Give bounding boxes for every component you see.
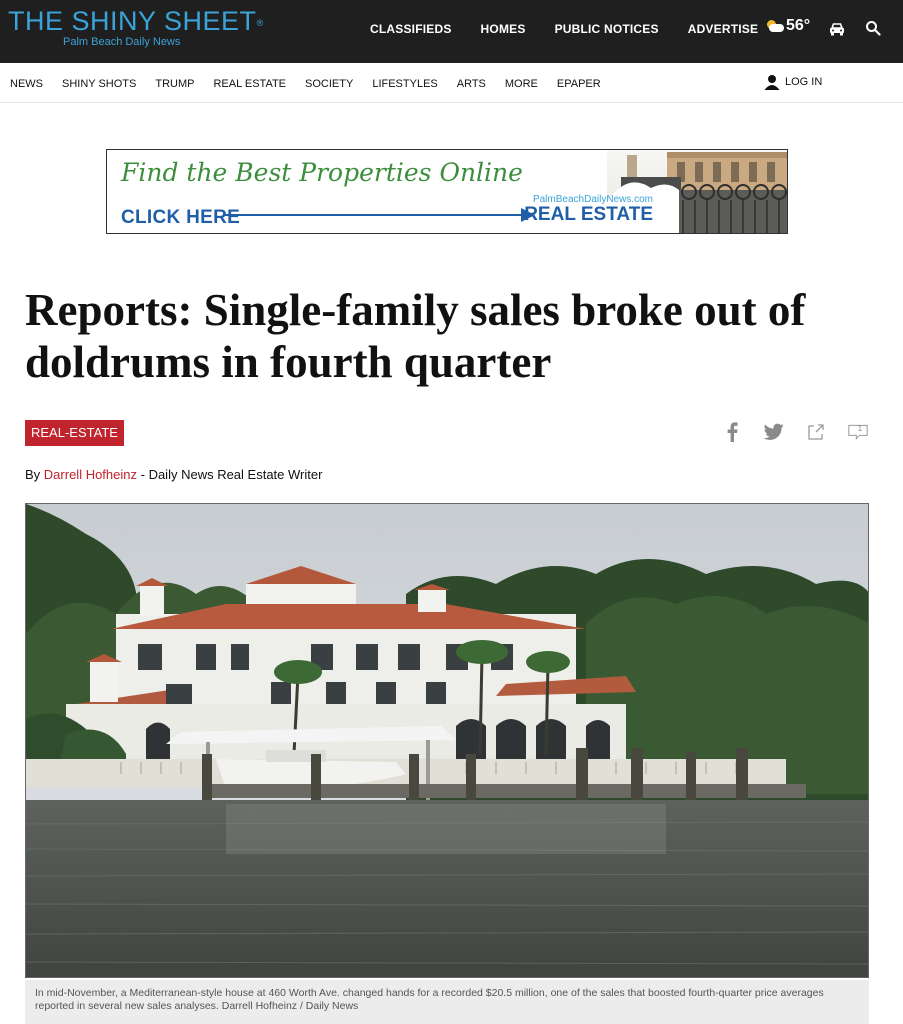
- nav-arts[interactable]: ARTS: [457, 78, 486, 90]
- twitter-icon[interactable]: [764, 422, 784, 442]
- nav-society[interactable]: SOCIETY: [305, 78, 353, 90]
- nav-trump[interactable]: TRUMP: [155, 78, 194, 90]
- nav-lifestyles[interactable]: LIFESTYLES: [372, 78, 437, 90]
- site-logo[interactable]: THE SHINY SHEET® Palm Beach Daily News: [8, 6, 264, 49]
- facebook-icon[interactable]: [722, 422, 742, 442]
- section-nav: NEWS SHINY SHOTS TRUMP REAL ESTATE SOCIE…: [0, 63, 903, 103]
- logo-title: THE SHINY SHEET: [8, 6, 257, 36]
- login-label: LOG IN: [785, 76, 823, 88]
- user-icon: [764, 75, 780, 90]
- photo-caption-box: In mid-November, a Mediterranean-style h…: [25, 980, 869, 1024]
- comment-count: 1: [857, 424, 863, 433]
- temperature: 56°: [786, 17, 811, 34]
- search-icon[interactable]: [865, 20, 881, 36]
- car-icon[interactable]: [829, 22, 845, 36]
- nav-news[interactable]: NEWS: [10, 78, 43, 90]
- nav-shiny-shots[interactable]: SHINY SHOTS: [62, 78, 136, 90]
- comment-icon[interactable]: 1: [848, 422, 868, 442]
- login-button[interactable]: LOG IN: [764, 74, 822, 90]
- ad-section-label: REAL ESTATE: [524, 204, 653, 225]
- ad-headline: Find the Best Properties Online: [121, 158, 523, 187]
- logo-subtitle: Palm Beach Daily News: [63, 36, 181, 48]
- byline: By Darrell Hofheinz - Daily News Real Es…: [25, 467, 322, 482]
- waterfront-mansion-image: [26, 504, 868, 977]
- ad-brand: PalmBeachDailyNews.com REAL ESTATE: [513, 194, 653, 224]
- category-tag[interactable]: REAL-ESTATE: [25, 420, 124, 446]
- nav-real-estate[interactable]: REAL ESTATE: [213, 78, 286, 90]
- top-nav-public-notices[interactable]: PUBLIC NOTICES: [555, 22, 659, 36]
- site-header: THE SHINY SHEET® Palm Beach Daily News C…: [0, 0, 903, 63]
- byline-prefix: By: [25, 467, 41, 482]
- weather-widget[interactable]: 56°: [765, 17, 810, 35]
- article-photo[interactable]: [25, 503, 869, 978]
- author-link[interactable]: Darrell Hofheinz: [44, 467, 137, 482]
- share-bar: 1: [722, 422, 868, 442]
- top-nav-classifieds[interactable]: CLASSIFIEDS: [370, 22, 452, 36]
- photo-caption: In mid-November, a Mediterranean-style h…: [35, 987, 824, 1012]
- logo-registered-mark: ®: [256, 18, 264, 28]
- nav-more[interactable]: MORE: [505, 78, 538, 90]
- top-nav-homes[interactable]: HOMES: [481, 22, 526, 36]
- article-headline: Reports: Single-family sales broke out o…: [25, 285, 806, 387]
- top-nav: CLASSIFIEDS HOMES PUBLIC NOTICES ADVERTI…: [370, 22, 787, 36]
- nav-epaper[interactable]: EPAPER: [557, 78, 601, 90]
- arrow-right-icon: [223, 208, 535, 222]
- share-icon[interactable]: [806, 422, 826, 442]
- real-estate-ad-banner[interactable]: Find the Best Properties Online CLICK HE…: [106, 149, 788, 234]
- byline-suffix: - Daily News Real Estate Writer: [140, 467, 323, 482]
- top-nav-advertise[interactable]: ADVERTISE: [688, 22, 758, 36]
- partly-cloudy-icon: [765, 19, 785, 33]
